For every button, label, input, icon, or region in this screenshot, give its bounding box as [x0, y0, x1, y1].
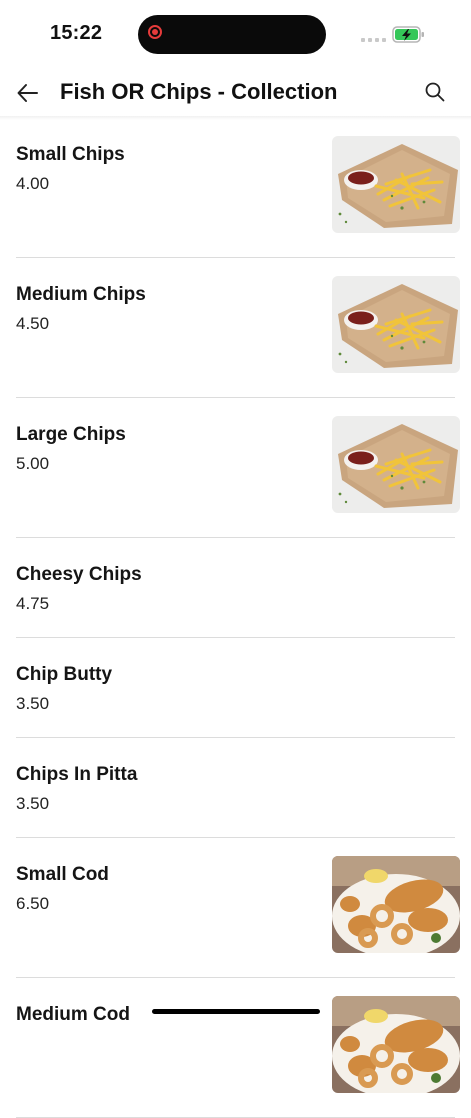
screen-recording-icon — [148, 25, 162, 39]
item-price: 4.00 — [16, 174, 50, 193]
search-button[interactable] — [424, 81, 446, 103]
page-title: Fish OR Chips - Collection — [60, 79, 338, 104]
battery-charging-icon — [392, 26, 424, 43]
menu-item-chip-butty[interactable]: Chip Butty 3.50 — [16, 638, 455, 738]
item-name: Medium Cod — [16, 1004, 130, 1025]
status-time: 15:22 — [50, 22, 103, 44]
item-name: Small Chips — [16, 144, 125, 165]
item-price: 6.50 — [16, 894, 50, 913]
menu-item-large-chips[interactable]: Large Chips 5.00 — [16, 398, 460, 538]
dynamic-island — [138, 15, 326, 54]
item-price: 5.00 — [16, 454, 50, 473]
menu-item-medium-chips[interactable]: Medium Chips 4.50 — [16, 258, 460, 398]
fried-fish-photo — [332, 856, 460, 953]
home-indicator[interactable] — [152, 1009, 320, 1014]
search-icon — [425, 82, 445, 102]
status-bar: 15:22 — [0, 0, 471, 70]
item-price: 3.50 — [16, 794, 50, 813]
menu-item-cheesy-chips[interactable]: Cheesy Chips 4.75 — [16, 538, 455, 638]
fried-fish-photo — [332, 996, 460, 1093]
item-price: 3.50 — [16, 694, 50, 713]
cellular-signal-icon — [361, 38, 386, 42]
chips-photo — [332, 416, 460, 513]
chips-photo — [332, 276, 460, 373]
menu-item-small-chips[interactable]: Small Chips 4.00 — [16, 118, 460, 258]
item-name: Cheesy Chips — [16, 564, 142, 585]
item-name: Large Chips — [16, 424, 126, 445]
item-name: Chips In Pitta — [16, 764, 138, 785]
menu-item-chips-in-pitta[interactable]: Chips In Pitta 3.50 — [16, 738, 455, 838]
menu-item-small-cod[interactable]: Small Cod 6.50 — [16, 838, 455, 978]
arrow-left-icon — [17, 84, 38, 102]
item-price: 4.50 — [16, 314, 50, 333]
chips-photo — [332, 136, 460, 233]
item-price: 4.75 — [16, 594, 50, 613]
item-name: Medium Chips — [16, 284, 146, 305]
back-button[interactable] — [14, 79, 42, 107]
app-header: Fish OR Chips - Collection — [0, 70, 471, 116]
menu-item-medium-cod[interactable]: Medium Cod — [16, 978, 455, 1118]
item-name: Small Cod — [16, 864, 109, 885]
menu-list: Small Chips 4.00 Medium Chips 4.50 Large… — [0, 118, 471, 1118]
item-name: Chip Butty — [16, 664, 113, 685]
